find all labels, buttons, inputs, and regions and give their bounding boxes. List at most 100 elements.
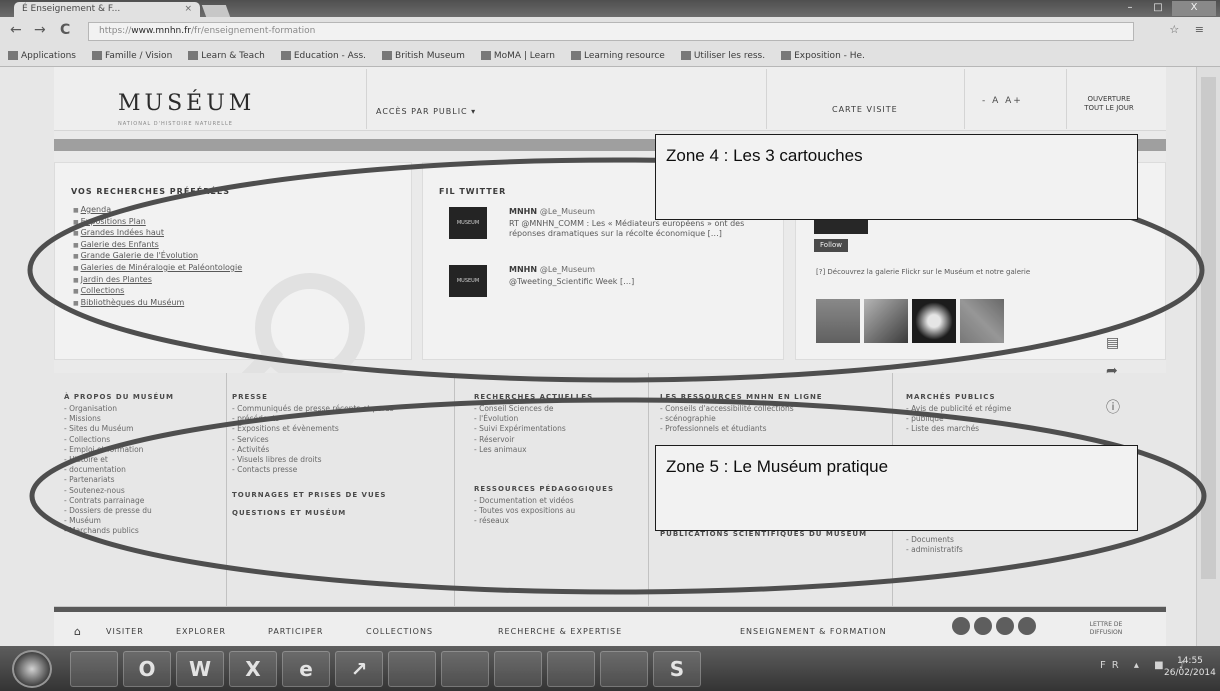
footer-link[interactable]: Liste des marchés	[906, 424, 1011, 434]
footer-link[interactable]: Dossiers de presse du	[64, 506, 174, 516]
footer-link[interactable]: Expositions et évènements	[232, 424, 394, 434]
footer-link[interactable]: Avis de publicité et régime	[906, 404, 1011, 414]
bookmark-item[interactable]: Education - Ass.	[280, 51, 366, 61]
column-subheading[interactable]: TOURNAGES ET PRISES DE VUES	[232, 491, 394, 499]
favorite-link[interactable]: Grande Galerie de l'Évolution	[73, 251, 242, 263]
bookmark-item[interactable]: Exposition - He.	[781, 51, 865, 61]
reload-icon[interactable]: C	[60, 22, 70, 38]
footer-link[interactable]: Histoire et	[64, 455, 174, 465]
new-tab-button[interactable]	[201, 5, 231, 17]
footer-link[interactable]: Communiqués de presse récents et parus	[232, 404, 394, 414]
bookmark-item[interactable]: Utiliser les ress.	[680, 51, 765, 61]
footer-link[interactable]: Partenariats	[64, 475, 174, 485]
favorite-link[interactable]: Grandes Indées haut	[73, 228, 242, 240]
nav-participer[interactable]: PARTICIPER	[268, 627, 323, 636]
forward-icon[interactable]: →	[34, 22, 46, 38]
footer-link[interactable]: Emploi et formation	[64, 445, 174, 455]
social-icon[interactable]	[1018, 617, 1036, 635]
follow-button[interactable]: Follow	[814, 239, 848, 252]
home-icon[interactable]: ⌂	[74, 625, 81, 638]
bookmark-item[interactable]: Applications	[8, 51, 76, 61]
nav-visiter[interactable]: VISITER	[106, 627, 144, 636]
taskbar-app-icon[interactable]	[494, 651, 542, 687]
taskbar-app-icon[interactable]: W	[176, 651, 224, 687]
footer-link[interactable]: Suivi Expérimentations	[474, 424, 614, 434]
column-subheading[interactable]: RESSOURCES PÉDAGOGIQUES	[474, 485, 614, 493]
footer-link[interactable]: Conseil Sciences de	[474, 404, 614, 414]
footer-link[interactable]: Contacts presse	[232, 465, 394, 475]
museum-logo[interactable]: MUSÉUM	[118, 91, 255, 116]
footer-link[interactable]: Les animaux	[474, 445, 614, 455]
footer-link[interactable]: Visuels libres de droits	[232, 455, 394, 465]
taskbar-app-icon[interactable]	[388, 651, 436, 687]
clock[interactable]: 14:55 26/02/2014	[1164, 655, 1216, 679]
taskbar-app-icon[interactable]	[600, 651, 648, 687]
bookmark-item[interactable]: Learn & Teach	[188, 51, 265, 61]
taskbar-app-icon[interactable]: X	[229, 651, 277, 687]
nav-recherche[interactable]: RECHERCHE & EXPERTISE	[498, 627, 622, 636]
tab-close-icon[interactable]: ×	[184, 4, 192, 14]
close-window-button[interactable]: X	[1172, 1, 1216, 16]
social-icon[interactable]	[974, 617, 992, 635]
footer-link[interactable]: réseaux	[474, 516, 614, 526]
maximize-button[interactable]: □	[1144, 1, 1172, 16]
bookmark-star-menu-icon[interactable]: ☆ ≡	[1169, 23, 1210, 36]
footer-link[interactable]: Missions	[64, 414, 174, 424]
footer-link[interactable]: publique	[906, 414, 1011, 424]
info-icon[interactable]: ⓘ	[1106, 397, 1120, 417]
favorite-link[interactable]: Collections	[73, 286, 242, 298]
footer-link[interactable]: administratifs	[906, 545, 1011, 555]
start-button[interactable]	[12, 650, 52, 688]
taskbar-app-icon[interactable]: ↗	[335, 651, 383, 687]
page-scrollbar[interactable]	[1196, 67, 1220, 646]
taskbar-app-icon[interactable]: O	[123, 651, 171, 687]
opening-hours-badge[interactable]: OUVERTURE TOUT LE JOUR	[1082, 95, 1136, 113]
favorite-link[interactable]: Jardin des Plantes	[73, 275, 242, 287]
footer-link[interactable]: Réservoir	[474, 435, 614, 445]
social-icon[interactable]	[952, 617, 970, 635]
bookmark-item[interactable]: MoMA | Learn	[480, 51, 555, 61]
footer-link[interactable]: Sites du Muséum	[64, 424, 174, 434]
taskbar-app-icon[interactable]	[547, 651, 595, 687]
taskbar-app-icon[interactable]	[70, 651, 118, 687]
favorite-link[interactable]: Expositions Plan	[73, 217, 242, 229]
bookmark-item[interactable]: British Museum	[382, 51, 465, 61]
footer-link[interactable]: précédents	[232, 414, 394, 424]
flickr-photo[interactable]	[816, 299, 860, 343]
flickr-photo[interactable]	[912, 299, 956, 343]
footer-link[interactable]: Activités	[232, 445, 394, 455]
nav-enseignement[interactable]: ENSEIGNEMENT & FORMATION	[740, 627, 887, 636]
nav-collections[interactable]: COLLECTIONS	[366, 627, 433, 636]
footer-link[interactable]: Muséum	[64, 516, 174, 526]
video-thumbnail[interactable]	[814, 220, 868, 234]
bookmark-item[interactable]: Famille / Vision	[91, 51, 172, 61]
taskbar-app-icon[interactable]: e	[282, 651, 330, 687]
minimize-button[interactable]: –	[1116, 1, 1144, 16]
carte-visite-link[interactable]: CARTE VISITE	[832, 105, 898, 114]
footer-link[interactable]: Conseils d'accessibilité collections	[660, 404, 867, 414]
social-icon[interactable]	[996, 617, 1014, 635]
footer-link[interactable]: Documents	[906, 535, 1011, 545]
footer-link[interactable]: Professionnels et étudiants	[660, 424, 867, 434]
footer-link[interactable]: scénographie	[660, 414, 867, 424]
footer-link[interactable]: Services	[232, 435, 394, 445]
print-icon[interactable]: ▤	[1106, 335, 1119, 351]
favorite-link[interactable]: Agenda	[73, 205, 242, 217]
footer-link[interactable]: Soutenez-nous	[64, 486, 174, 496]
footer-link[interactable]: Contrats parrainage	[64, 496, 174, 506]
flickr-photo[interactable]	[864, 299, 908, 343]
taskbar-app-icon[interactable]	[441, 651, 489, 687]
footer-link[interactable]: l'Évolution	[474, 414, 614, 424]
nav-explorer[interactable]: EXPLORER	[176, 627, 226, 636]
footer-link[interactable]: Toutes vos expositions au	[474, 506, 614, 516]
footer-link[interactable]: Collections	[64, 435, 174, 445]
column-subheading[interactable]: QUESTIONS ET MUSÉUM	[232, 509, 394, 517]
flickr-photo[interactable]	[960, 299, 1004, 343]
footer-link[interactable]: Organisation	[64, 404, 174, 414]
newsletter-link[interactable]: LETTRE DE DIFFUSION	[1076, 621, 1136, 637]
favorite-link[interactable]: Galerie des Enfants	[73, 240, 242, 252]
browser-tab[interactable]: É Enseignement & F... ×	[14, 2, 200, 18]
address-bar[interactable]: https://www.mnhn.fr/fr/enseignement-form…	[88, 22, 1134, 41]
footer-link[interactable]: documentation	[64, 465, 174, 475]
footer-link[interactable]: Documentation et vidéos	[474, 496, 614, 506]
